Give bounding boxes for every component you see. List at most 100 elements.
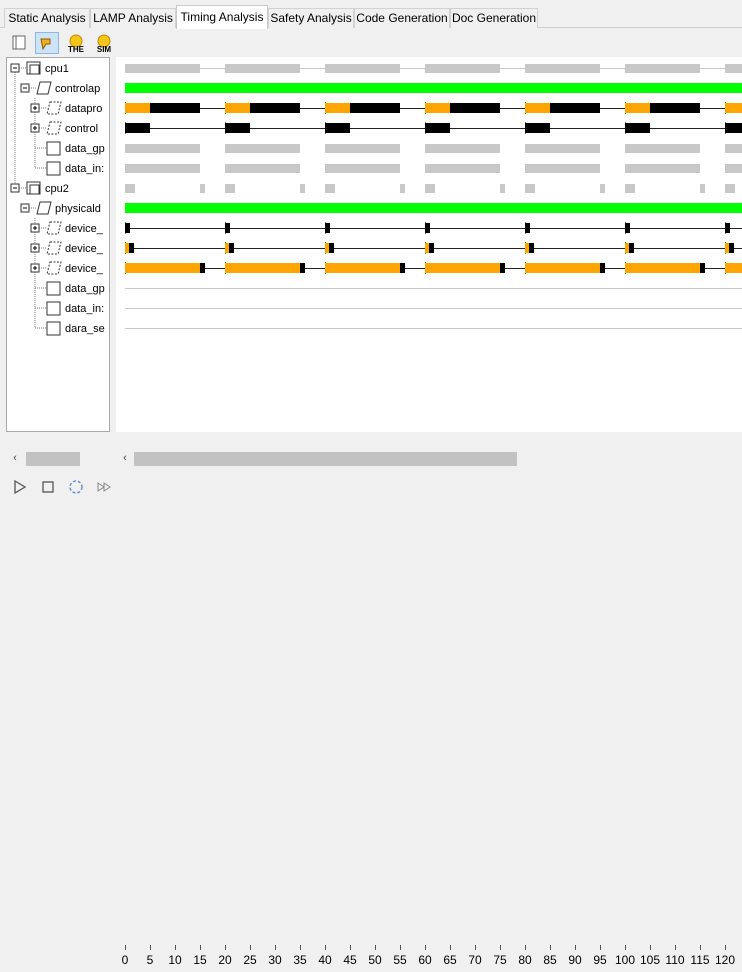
expand-toggle-icon[interactable] [30,103,40,113]
tree-item-label[interactable]: data_gp [65,283,105,295]
axis-tick-label: 50 [368,953,382,967]
timeline-segment-gray [425,163,500,173]
timeline-segment-gray [325,163,400,173]
axis-tick-mark [325,945,326,950]
tree-item-label[interactable]: device_ [65,263,104,275]
timeline-segment-gray [500,183,505,193]
timeline-segment-orange [625,263,700,273]
sim-button[interactable]: SIM [92,32,116,54]
timeline-segment-black [300,263,305,273]
axis-tick-mark [725,945,726,950]
timeline-segment-gray [125,63,200,73]
timeline-segment-gray [425,63,500,73]
reset-button[interactable] [66,477,86,497]
tab-safety-analysis[interactable]: Safety Analysis [268,8,354,28]
timeline-horizontal-scrollbar[interactable]: ‹ [116,448,742,468]
tree-item-label[interactable]: data_in: [65,163,104,175]
timeline-segment-orange [725,103,742,113]
expand-toggle-icon[interactable] [30,223,40,233]
axis-tick-label: 110 [665,953,685,967]
axis-tick-mark [275,945,276,950]
tab-doc-generation[interactable]: Doc Generation [450,8,538,28]
collapse-toggle-icon[interactable] [20,83,30,93]
axis-tick-label: 75 [493,953,507,967]
scroll-left-arrow-icon[interactable]: ‹ [8,451,22,465]
collapse-toggle-icon[interactable] [10,63,20,73]
tab-lamp-analysis[interactable]: LAMP Analysis [90,8,176,28]
timeline-segment-orange [125,103,150,113]
axis-tick-label: 65 [443,953,457,967]
toolbar: THE SIM [0,29,742,57]
play-button[interactable] [10,477,30,497]
tree-item-label[interactable]: datapro [65,103,102,115]
timeline-segment-orange [525,263,600,273]
tree-item-label[interactable]: cpu2 [45,183,69,195]
timeline-segment-orange [525,103,550,113]
timeline-segment-gray [625,163,700,173]
axis-tick-mark [450,945,451,950]
timeline-segment-black [150,103,200,113]
step-button[interactable] [94,477,114,497]
expand-toggle-icon[interactable] [30,123,40,133]
stop-button[interactable] [38,477,58,497]
collapse-toggle-icon[interactable] [20,203,30,213]
tree-horizontal-scrollbar[interactable]: ‹ [6,448,114,468]
data-icon [46,321,61,336]
time-axis: 0 5 10 15 20 25 30 35 40 45 50 55 60 65 70 75 80 85 90 95 10… [116,944,742,972]
timeline-chart[interactable] [116,57,742,432]
timeline-segment-gray [325,183,335,193]
timeline-segment-black [525,123,550,133]
timeline-scroll-left-arrow-icon[interactable]: ‹ [118,451,132,465]
panel-toggle-button[interactable] [8,32,32,54]
tree-item-label[interactable]: physicald [55,203,101,215]
timeline-segment-black [125,123,150,133]
tree-item-label[interactable]: device_ [65,223,104,235]
playback-bar: 0 5 10 15 20 25 30 35 40 45 50 55 60 65 70 75 80 85 90 95 10… [0,472,742,967]
tree-item-label[interactable]: device_ [65,243,104,255]
pointer-tool-button[interactable] [35,32,59,54]
tab-timing-analysis[interactable]: Timing Analysis [176,5,268,29]
timeline-segment-gray [725,63,742,73]
timeline-segment-black [729,243,734,253]
axis-tick-mark [400,945,401,950]
axis-tick-label: 90 [568,953,582,967]
timeline-segment-gray [225,143,300,153]
axis-tick-mark [550,945,551,950]
component-tree[interactable]: cpu1 controlap datapro control data_gp data_i… [6,57,110,432]
timeline-segment-orange [625,103,650,113]
expand-toggle-icon[interactable] [30,243,40,253]
play-icon [14,479,27,495]
tree-item-label[interactable]: data_gp [65,143,105,155]
tab-static-analysis[interactable]: Static Analysis [4,8,90,28]
axis-tick-mark [425,945,426,950]
axis-tick-mark [250,945,251,950]
thread-icon [46,261,62,275]
tree-item-label[interactable]: data_in: [65,303,104,315]
timeline-segment-black [700,263,705,273]
data-icon [46,161,61,176]
timeline-baseline [125,228,742,229]
thread-icon [46,241,62,255]
axis-tick-mark [375,945,376,950]
axis-tick-mark [350,945,351,950]
the-button[interactable]: THE [64,32,88,54]
timeline-scroll-thumb[interactable] [134,452,517,466]
tree-item-label[interactable]: control [65,123,98,135]
tree-item-label[interactable]: controlap [55,83,100,95]
the-icon-label: THE [68,45,85,54]
axis-tick-label: 10 [168,953,182,967]
expand-toggle-icon[interactable] [30,263,40,273]
timeline-segment-black [225,123,250,133]
axis-tick-label: 40 [318,953,332,967]
timeline-segment-gray [725,143,742,153]
tree-item-label[interactable]: dara_se [65,323,105,335]
timeline-segment-gray [725,183,735,193]
tree-scroll-thumb[interactable] [26,452,80,466]
axis-tick-label: 95 [593,953,607,967]
tab-code-generation[interactable]: Code Generation [354,8,450,28]
tree-item-label[interactable]: cpu1 [45,63,69,75]
timeline-segment-orange [425,263,500,273]
collapse-toggle-icon[interactable] [10,183,20,193]
timeline-segment-gray [300,183,305,193]
axis-tick-label: 80 [518,953,532,967]
